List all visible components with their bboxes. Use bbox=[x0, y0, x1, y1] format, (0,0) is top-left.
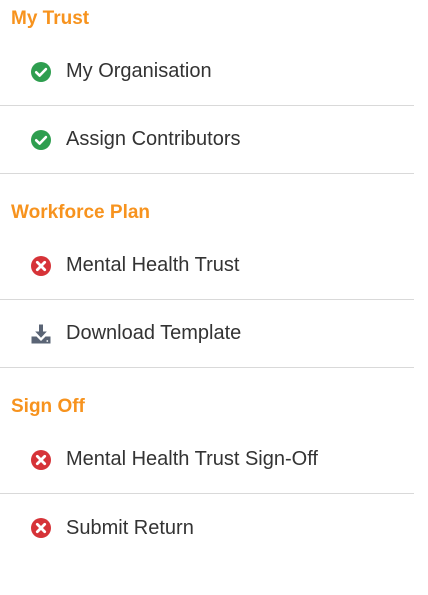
x-circle-icon bbox=[30, 517, 52, 539]
section-heading-sign-off: Sign Off bbox=[11, 396, 85, 417]
sidebar-nav: My Trust My Organisation Assign Contribu… bbox=[0, 0, 428, 595]
section-heading-my-trust: My Trust bbox=[11, 8, 90, 29]
nav-item-label: Submit Return bbox=[66, 516, 194, 539]
nav-item-label: Assign Contributors bbox=[66, 128, 241, 150]
nav-item-label: Mental Health Trust bbox=[66, 254, 240, 276]
nav-item-submit-return[interactable]: Submit Return bbox=[0, 494, 414, 562]
x-circle-icon bbox=[30, 255, 52, 277]
nav-item-label: My Organisation bbox=[66, 60, 212, 82]
nav-item-label: Download Template bbox=[66, 322, 242, 344]
check-circle-icon bbox=[30, 61, 52, 83]
nav-item-download-template[interactable]: Download Template bbox=[0, 300, 414, 368]
nav-item-mental-health-trust[interactable]: Mental Health Trust bbox=[0, 232, 414, 300]
nav-item-my-organisation[interactable]: My Organisation bbox=[0, 38, 414, 106]
x-circle-icon bbox=[30, 449, 52, 471]
nav-item-assign-contributors[interactable]: Assign Contributors bbox=[0, 106, 414, 174]
check-circle-icon bbox=[30, 129, 52, 151]
download-icon bbox=[30, 323, 52, 345]
nav-item-mental-health-trust-sign-off[interactable]: Mental Health Trust Sign-Off bbox=[0, 426, 414, 494]
section-heading-workforce-plan: Workforce Plan bbox=[11, 202, 151, 223]
nav-item-label: Mental Health Trust Sign-Off bbox=[66, 448, 318, 470]
